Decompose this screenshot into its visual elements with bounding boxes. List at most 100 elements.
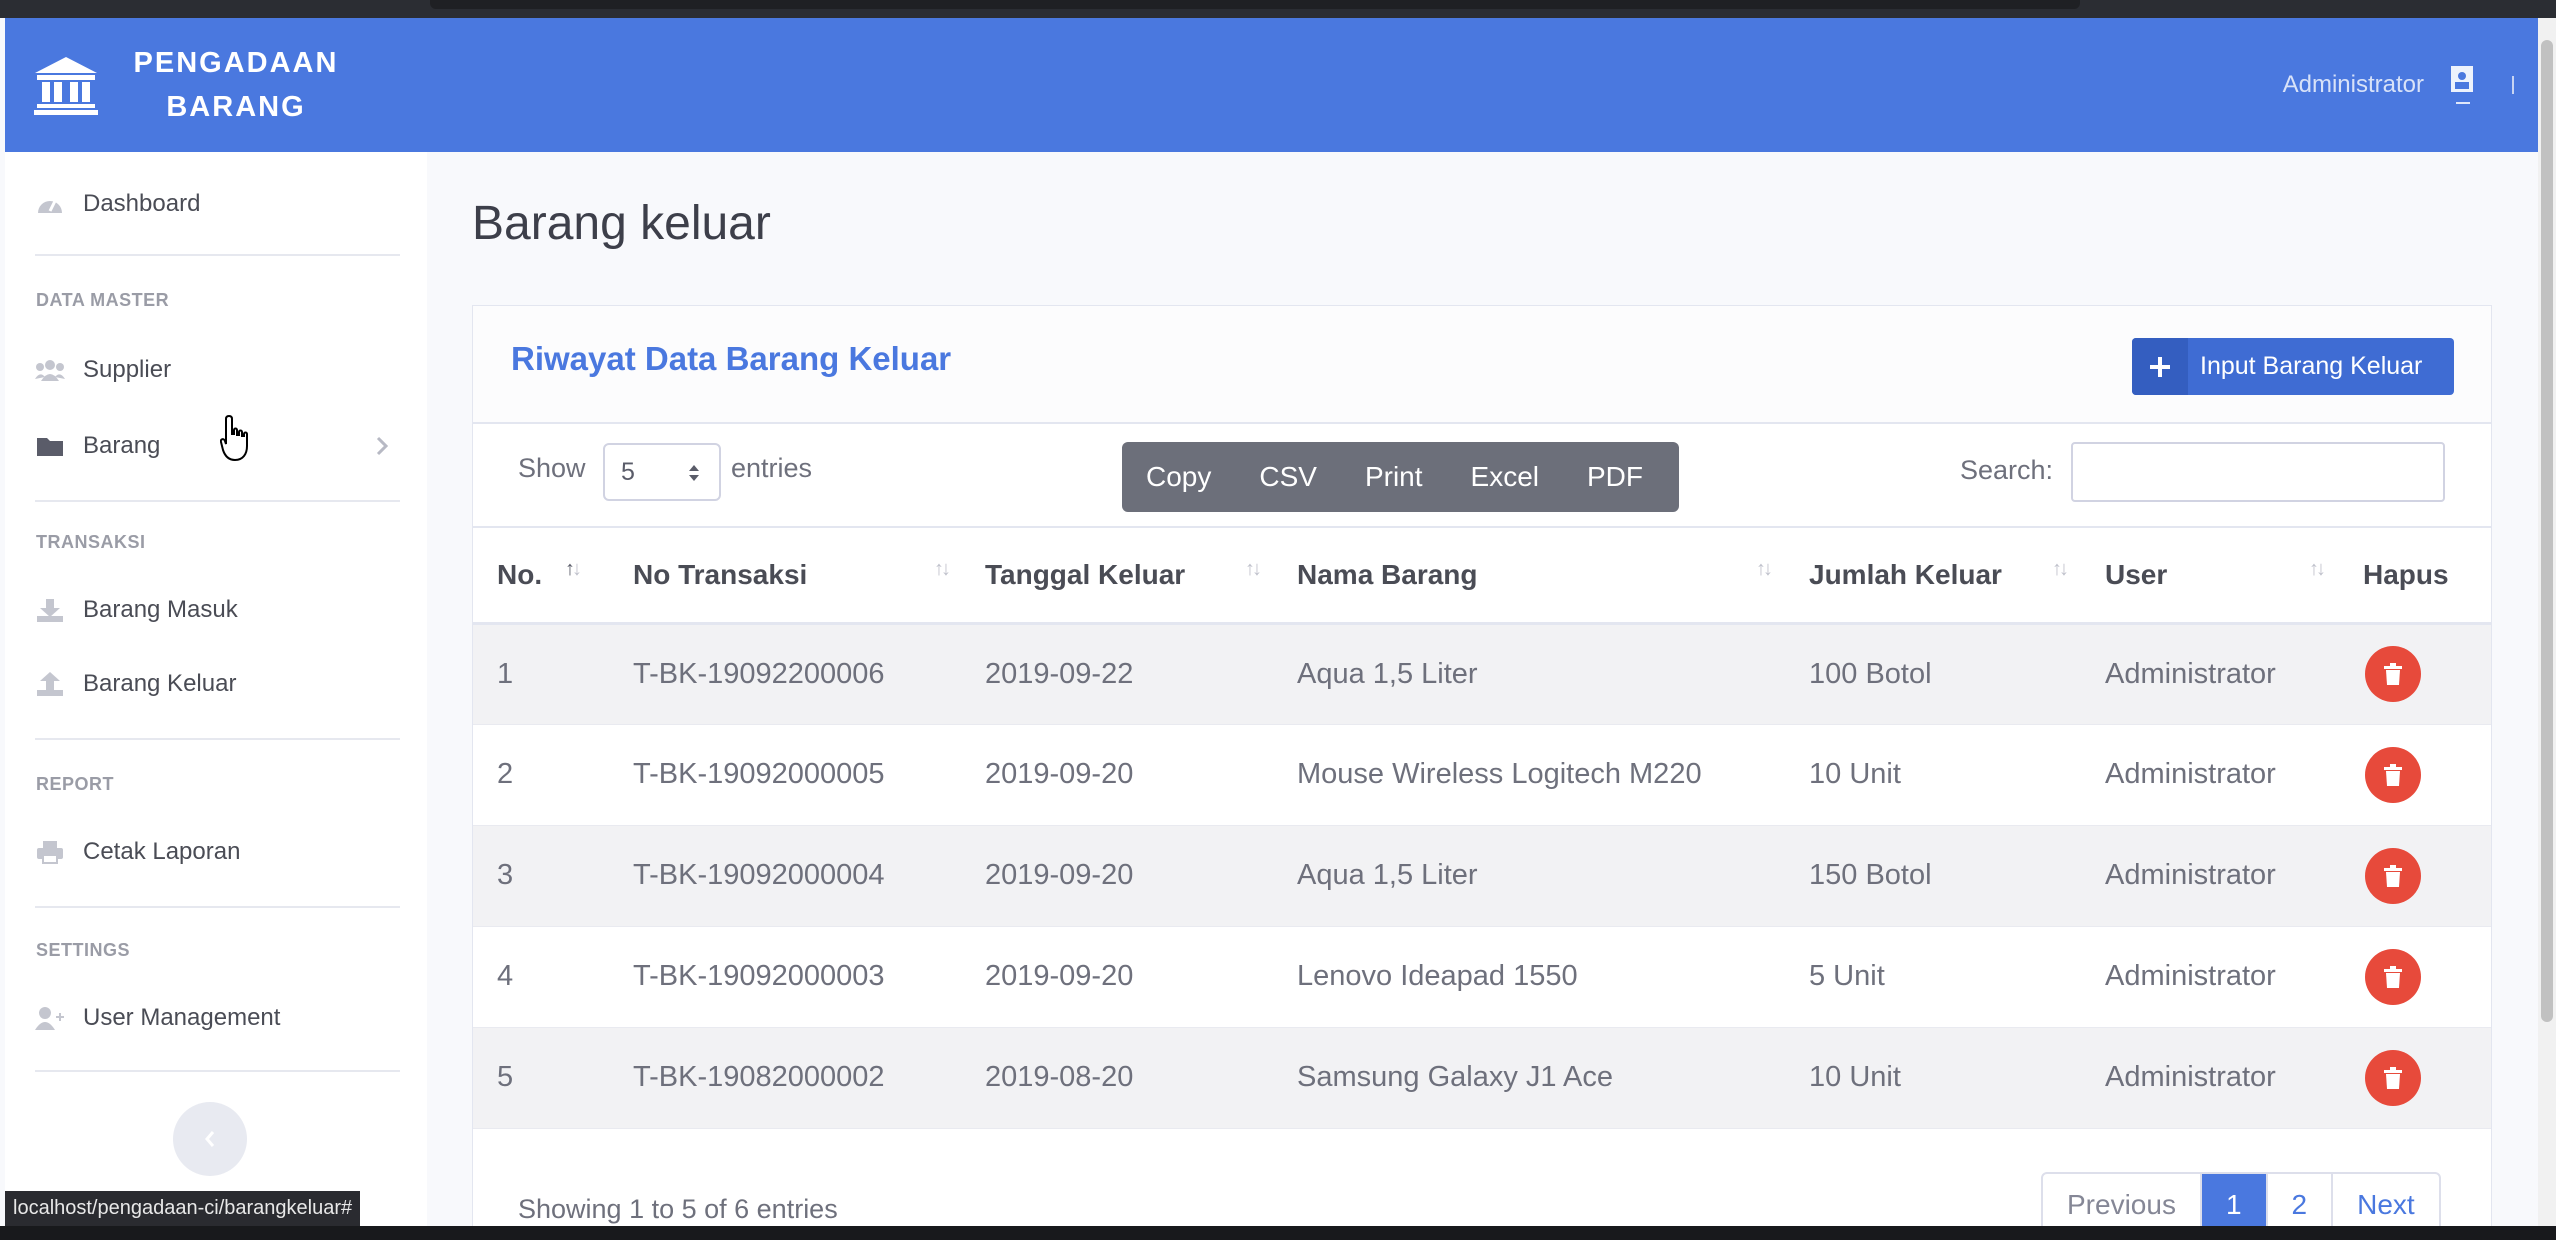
folder-icon <box>35 433 65 459</box>
pdf-button[interactable]: PDF <box>1587 461 1643 493</box>
trash-icon <box>2384 763 2402 786</box>
column-header-tanggal-keluar[interactable]: Tanggal Keluar ↑↓ <box>961 526 1273 625</box>
delete-button[interactable] <box>2365 1049 2421 1106</box>
show-label: Show <box>518 453 586 483</box>
search-label: Search: <box>1960 455 2054 485</box>
delete-button[interactable] <box>2365 746 2421 803</box>
cell-no: 2 <box>473 724 609 826</box>
cell-jumlah-keluar: 10 Unit <box>1785 724 2081 826</box>
cell-jumlah-keluar: 10 Unit <box>1785 1027 2081 1129</box>
user-plus-icon <box>35 1005 65 1031</box>
input-barang-keluar-button[interactable]: Input Barang Keluar <box>2132 338 2454 395</box>
sidebar-item-label: Barang Keluar <box>83 670 237 697</box>
sidebar-divider <box>35 738 400 740</box>
column-header-jumlah-keluar[interactable]: Jumlah Keluar ↑↓ <box>1785 526 2081 625</box>
barang-keluar-table: No. ↑↓ No Transaksi ↑↓ Tanggal Keluar ↑↓ Na… <box>473 526 2491 1129</box>
delete-button[interactable] <box>2365 646 2421 702</box>
bank-icon <box>34 57 98 115</box>
sidebar-item-barang[interactable]: Barang <box>35 432 160 460</box>
sidebar-item-label: Barang <box>83 432 161 459</box>
csv-button[interactable]: CSV <box>1259 461 1317 493</box>
sidebar-divider <box>35 1070 400 1072</box>
trash-icon <box>2384 965 2402 988</box>
cell-no: 1 <box>473 623 609 725</box>
cell-hapus <box>2339 1027 2491 1129</box>
copy-button[interactable]: Copy <box>1146 461 1211 493</box>
chevron-left-icon <box>205 1131 215 1147</box>
user-menu[interactable]: Administrator <box>2283 18 2514 152</box>
entries-select-value: 5 <box>621 457 635 486</box>
search-input[interactable] <box>2071 442 2445 502</box>
table-row: 4 T-BK-19092000003 2019-09-20 Lenovo Ide… <box>473 926 2491 1028</box>
sidebar-item-barang-keluar[interactable]: Barang Keluar <box>35 670 236 698</box>
trash-icon <box>2384 864 2402 887</box>
cell-nama-barang: Samsung Galaxy J1 Ace <box>1273 1027 1785 1129</box>
table-row: 2 T-BK-19092000005 2019-09-20 Mouse Wire… <box>473 724 2491 826</box>
column-header-user[interactable]: User ↑↓ <box>2081 526 2339 625</box>
sidebar-item-user-management[interactable]: User Management <box>35 1004 280 1032</box>
sidebar: Dashboard DATA MASTER Supplier Barang TR… <box>5 152 427 1240</box>
cell-no-transaksi: T-BK-19082000002 <box>609 1027 961 1129</box>
card-title: Riwayat Data Barang Keluar <box>511 340 952 377</box>
printer-icon <box>35 839 65 865</box>
navbar-divider <box>2512 76 2514 94</box>
sort-icon: ↑↓ <box>1245 558 1262 580</box>
cell-no-transaksi: T-BK-19092200006 <box>609 623 961 725</box>
user-name: Administrator <box>2282 71 2424 98</box>
delete-button[interactable] <box>2365 948 2421 1005</box>
column-header-no[interactable]: No. ↑↓ <box>473 526 609 625</box>
sidebar-heading-transaksi: TRANSAKSI <box>36 532 146 552</box>
brand[interactable]: PENGADAAN BARANG <box>33 18 341 152</box>
sidebar-toggle-button[interactable] <box>173 1102 247 1176</box>
excel-button[interactable]: Excel <box>1471 461 1539 493</box>
cell-user: Administrator <box>2081 825 2339 927</box>
sidebar-item-dashboard[interactable]: Dashboard <box>35 190 200 218</box>
brand-line-1: PENGADAAN <box>133 47 339 79</box>
sidebar-item-barang-masuk[interactable]: Barang Masuk <box>35 596 238 624</box>
column-header-hapus: Hapus <box>2339 526 2491 625</box>
sidebar-divider <box>35 500 400 502</box>
sort-icon: ↑↓ <box>934 558 951 580</box>
cell-user: Administrator <box>2081 623 2339 725</box>
scrollbar-thumb[interactable] <box>2541 40 2553 1022</box>
brand-line-2: BARANG <box>166 91 306 123</box>
cell-tanggal-keluar: 2019-09-20 <box>961 825 1273 927</box>
cell-no-transaksi: T-BK-19092000004 <box>609 825 961 927</box>
user-avatar-icon <box>2451 66 2473 104</box>
top-navbar: PENGADAAN BARANG Administrator <box>5 18 2538 152</box>
sort-icon: ↑↓ <box>1756 558 1773 580</box>
cell-tanggal-keluar: 2019-09-20 <box>961 724 1273 826</box>
cell-nama-barang: Mouse Wireless Logitech M220 <box>1273 724 1785 826</box>
column-header-no-transaksi[interactable]: No Transaksi ↑↓ <box>609 526 961 625</box>
button-label: Input Barang Keluar <box>2200 352 2423 380</box>
sidebar-item-supplier[interactable]: Supplier <box>35 356 171 384</box>
table-row: 3 T-BK-19092000004 2019-09-20 Aqua 1,5 L… <box>473 825 2491 927</box>
cell-jumlah-keluar: 100 Botol <box>1785 623 2081 725</box>
cell-nama-barang: Lenovo Ideapad 1550 <box>1273 926 1785 1028</box>
table-info: Showing 1 to 5 of 6 entries <box>518 1194 838 1224</box>
cell-hapus <box>2339 623 2491 725</box>
upload-icon <box>35 671 65 697</box>
print-button[interactable]: Print <box>1365 461 1423 493</box>
sort-icon: ↑↓ <box>2309 558 2326 580</box>
trash-icon <box>2384 663 2402 685</box>
sort-icon: ↑↓ <box>2052 558 2069 580</box>
delete-button[interactable] <box>2365 847 2421 904</box>
users-icon <box>35 357 65 383</box>
sidebar-item-cetak-laporan[interactable]: Cetak Laporan <box>35 838 240 866</box>
cell-tanggal-keluar: 2019-08-20 <box>961 1027 1273 1129</box>
cell-tanggal-keluar: 2019-09-20 <box>961 926 1273 1028</box>
cell-hapus <box>2339 724 2491 826</box>
sidebar-heading-master: DATA MASTER <box>36 290 170 310</box>
cell-jumlah-keluar: 5 Unit <box>1785 926 2081 1028</box>
page-title: Barang keluar <box>472 197 771 250</box>
sidebar-item-label: User Management <box>83 1004 281 1031</box>
mouse-cursor-icon <box>220 414 248 462</box>
sort-icon: ↑↓ <box>565 558 582 580</box>
table-row: 5 T-BK-19082000002 2019-08-20 Samsung Ga… <box>473 1027 2491 1129</box>
column-header-nama-barang[interactable]: Nama Barang ↑↓ <box>1273 526 1785 625</box>
sidebar-heading-report: REPORT <box>36 774 115 794</box>
cell-no: 4 <box>473 926 609 1028</box>
table-row: 1 T-BK-19092200006 2019-09-22 Aqua 1,5 L… <box>473 623 2491 725</box>
entries-select[interactable]: 5 <box>603 443 721 501</box>
